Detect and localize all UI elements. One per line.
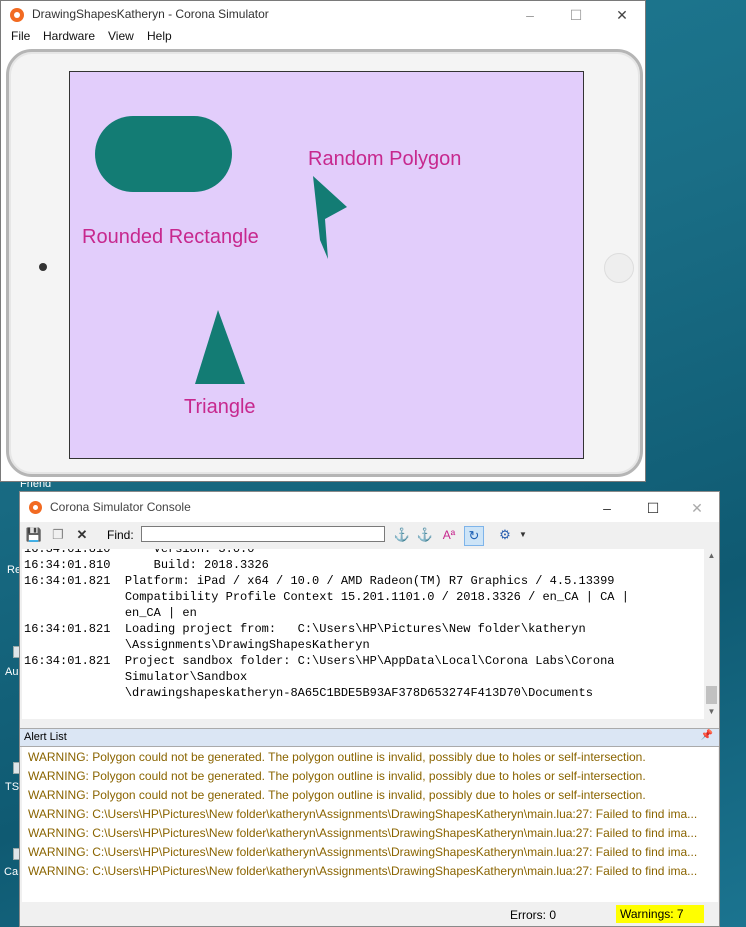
console-statusbar: Errors: 0 Warnings: 7 [20,905,719,926]
wrap-search-icon[interactable]: ↻ [464,526,484,546]
chevron-down-icon[interactable]: ▼ [514,526,532,544]
console-log[interactable]: 16:34:01.810 Version: 3.0.0 16:34:01.810… [22,549,704,719]
log-line: 16:34:01.821 Loading project from: C:\Us… [24,622,586,636]
alert-item[interactable]: WARNING: Polygon could not be generated.… [28,788,646,802]
log-line: Simulator\Sandbox [24,670,248,684]
minimize-button[interactable]: – [507,1,553,29]
console-window: Corona Simulator Console – ☐ ✕ 💾 ❐ ✕ Fin… [19,491,720,927]
simulator-titlebar[interactable]: DrawingShapesKatheryn - Corona Simulator… [1,1,645,29]
log-line: \drawingshapeskatheryn-8A65C1BDE5B93AF37… [24,686,593,700]
find-input[interactable] [141,526,385,542]
alert-list-title: Alert List [24,731,67,743]
log-line: \Assignments\DrawingShapesKatheryn [24,638,370,652]
menu-view[interactable]: View [108,29,134,43]
menu-hardware[interactable]: Hardware [43,29,95,43]
save-icon[interactable]: 💾 [25,526,43,544]
log-scrollbar[interactable]: ▲ ▼ [704,549,719,719]
alert-item[interactable]: WARNING: C:\Users\HP\Pictures\New folder… [28,826,697,840]
menu-bar: File Hardware View Help [1,29,645,47]
log-line: Compatibility Profile Context 15.201.110… [24,590,629,604]
corona-app-icon [29,501,42,514]
maximize-button[interactable]: ☐ [553,1,599,29]
triangle-shape [195,310,245,384]
console-toolbar: 💾 ❐ ✕ Find: ⚓ ⚓ Aª ↻ ⚙ ▼ [20,522,719,548]
desktop-label-au[interactable]: Au [5,666,18,678]
random-polygon-label: Random Polygon [308,148,462,170]
device-screen[interactable]: Random Polygon Rounded Rectangle Triangl… [69,71,584,459]
rounded-rectangle-shape [95,116,232,192]
home-button[interactable] [604,253,634,283]
device-frame: Random Polygon Rounded Rectangle Triangl… [6,49,643,477]
corona-app-icon [10,8,24,22]
maximize-button[interactable]: ☐ [630,494,676,522]
triangle-label: Triangle [184,396,256,418]
alert-item[interactable]: WARNING: C:\Users\HP\Pictures\New folder… [28,864,697,878]
warnings-count: Warnings: 7 [616,905,704,923]
alert-item[interactable]: WARNING: C:\Users\HP\Pictures\New folder… [28,845,697,859]
find-previous-icon[interactable]: ⚓ [416,526,434,544]
device-camera [39,263,47,271]
menu-help[interactable]: Help [147,29,172,43]
simulator-window: DrawingShapesKatheryn - Corona Simulator… [0,0,646,482]
pin-icon[interactable]: 📌 [701,730,713,741]
settings-gear-icon[interactable]: ⚙ [496,526,514,544]
alert-list-header: Alert List 📌 [20,728,719,747]
menu-file[interactable]: File [11,29,30,43]
clear-icon[interactable]: ✕ [73,526,91,544]
shapes-canvas [95,116,347,384]
close-button[interactable]: ✕ [674,494,720,522]
desktop-label-ca[interactable]: Ca [4,866,18,878]
alert-item[interactable]: WARNING: Polygon could not be generated.… [28,750,646,764]
log-line: 16:34:01.821 Project sandbox folder: C:\… [24,654,615,668]
copy-icon[interactable]: ❐ [49,526,67,544]
scroll-up-icon[interactable]: ▲ [704,549,719,563]
log-line: en_CA | en [24,606,197,620]
log-line: 16:34:01.810 Version: 3.0.0 [24,549,255,556]
alert-item[interactable]: WARNING: C:\Users\HP\Pictures\New folder… [28,807,697,821]
window-title: DrawingShapesKatheryn - Corona Simulator [32,7,269,21]
log-line: 16:34:01.821 Platform: iPad / x64 / 10.0… [24,574,615,588]
random-polygon-shape [313,176,347,259]
alert-item[interactable]: WARNING: Polygon could not be generated.… [28,769,646,783]
errors-count: Errors: 0 [510,908,557,922]
desktop-label-ts[interactable]: TS [5,781,19,793]
close-button[interactable]: ✕ [599,1,645,29]
find-label: Find: [107,528,134,542]
console-title: Corona Simulator Console [50,500,191,514]
minimize-button[interactable]: – [584,494,630,522]
rounded-rectangle-label: Rounded Rectangle [82,226,259,248]
console-titlebar[interactable]: Corona Simulator Console – ☐ ✕ [20,492,719,522]
find-next-icon[interactable]: ⚓ [393,526,411,544]
alert-list[interactable]: WARNING: Polygon could not be generated.… [22,747,718,902]
log-line: 16:34:01.810 Build: 2018.3326 [24,558,269,572]
scroll-thumb[interactable] [706,686,717,704]
scroll-down-icon[interactable]: ▼ [704,705,719,719]
match-case-icon[interactable]: Aª [440,526,458,544]
